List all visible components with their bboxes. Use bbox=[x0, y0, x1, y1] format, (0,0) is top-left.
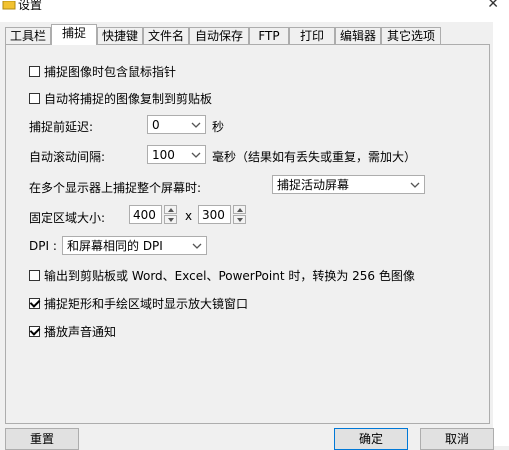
multi-monitor-value: 捕捉活动屏幕 bbox=[277, 178, 350, 192]
window-title: 设置 bbox=[18, 0, 43, 12]
delay-select[interactable]: 0 bbox=[147, 115, 206, 134]
times-sign: x bbox=[185, 209, 193, 223]
delay-value: 0 bbox=[152, 117, 160, 132]
magnifier-label: 捕捉矩形和手绘区域时显示放大镜窗口 bbox=[44, 297, 249, 311]
ok-button[interactable]: 确定 bbox=[334, 428, 408, 450]
tab-ftp[interactable]: FTP bbox=[249, 27, 289, 44]
increment-button[interactable] bbox=[233, 205, 246, 214]
cancel-button[interactable]: 取消 bbox=[420, 428, 494, 450]
include-cursor-checkbox[interactable] bbox=[29, 66, 40, 77]
increment-button[interactable] bbox=[164, 205, 177, 214]
convert-256-label: 输出到剪贴板或 Word、Excel、PowerPoint 时，转换为 256 … bbox=[44, 269, 415, 283]
tab-filename[interactable]: 文件名 bbox=[143, 27, 189, 44]
sound-checkbox[interactable] bbox=[29, 326, 40, 337]
sound-label: 播放声音通知 bbox=[44, 325, 117, 339]
chevron-down-icon bbox=[191, 119, 201, 129]
chevron-down-icon bbox=[191, 149, 201, 159]
include-cursor-label: 捕捉图像时包含鼠标指针 bbox=[44, 65, 177, 79]
delay-unit: 秒 bbox=[212, 120, 225, 134]
scroll-interval-unit: 毫秒（结果如有丢失或重复，需加大） bbox=[212, 150, 417, 164]
dpi-label: DPI : bbox=[29, 239, 57, 253]
copy-clipboard-option[interactable]: 自动将捕捉的图像复制到剪贴板 bbox=[29, 90, 212, 107]
scroll-interval-label: 自动滚动间隔: bbox=[29, 150, 106, 164]
fixed-width-value: 400 bbox=[133, 207, 156, 222]
convert-256-option[interactable]: 输出到剪贴板或 Word、Excel、PowerPoint 时，转换为 256 … bbox=[29, 267, 415, 284]
fixed-height-value: 300 bbox=[202, 207, 225, 222]
tab-other-options[interactable]: 其它选项 bbox=[381, 27, 441, 44]
background-window-edge bbox=[493, 22, 509, 446]
fixed-height-input[interactable]: 300 bbox=[198, 205, 231, 224]
app-icon bbox=[2, 0, 16, 10]
tab-hotkeys[interactable]: 快捷键 bbox=[97, 27, 143, 44]
sound-option[interactable]: 播放声音通知 bbox=[29, 323, 116, 340]
multi-monitor-select[interactable]: 捕捉活动屏幕 bbox=[272, 175, 425, 194]
tab-toolbar[interactable]: 工具栏 bbox=[5, 27, 51, 44]
decrement-button[interactable] bbox=[164, 215, 177, 224]
include-cursor-option[interactable]: 捕捉图像时包含鼠标指针 bbox=[29, 63, 176, 80]
close-icon[interactable]: ✕ bbox=[487, 0, 499, 12]
magnifier-option[interactable]: 捕捉矩形和手绘区域时显示放大镜窗口 bbox=[29, 295, 248, 312]
dpi-value: 和屏幕相同的 DPI bbox=[67, 239, 163, 253]
tab-print[interactable]: 打印 bbox=[289, 27, 335, 44]
title-bar: 设置 ✕ bbox=[0, 0, 509, 22]
fixed-height-stepper[interactable] bbox=[233, 205, 246, 224]
delay-label: 捕捉前延迟: bbox=[29, 120, 94, 134]
copy-clipboard-checkbox[interactable] bbox=[29, 93, 40, 104]
convert-256-checkbox[interactable] bbox=[29, 270, 40, 281]
magnifier-checkbox[interactable] bbox=[29, 298, 40, 309]
multi-monitor-label: 在多个显示器上捕捉整个屏幕时: bbox=[29, 181, 202, 195]
tab-autosave[interactable]: 自动保存 bbox=[189, 27, 249, 44]
fixed-region-label: 固定区域大小: bbox=[29, 211, 106, 225]
tab-capture[interactable]: 捕捉 bbox=[51, 24, 97, 45]
fixed-width-input[interactable]: 400 bbox=[129, 205, 162, 224]
tab-editor[interactable]: 编辑器 bbox=[335, 27, 381, 44]
fixed-width-stepper[interactable] bbox=[164, 205, 177, 224]
dpi-select[interactable]: 和屏幕相同的 DPI bbox=[62, 236, 207, 255]
chevron-down-icon bbox=[410, 179, 420, 189]
decrement-button[interactable] bbox=[233, 215, 246, 224]
scroll-interval-value: 100 bbox=[152, 147, 175, 162]
chevron-down-icon bbox=[192, 240, 202, 250]
reset-button[interactable]: 重置 bbox=[5, 428, 79, 450]
copy-clipboard-label: 自动将捕捉的图像复制到剪贴板 bbox=[44, 92, 213, 106]
scroll-interval-select[interactable]: 100 bbox=[147, 145, 206, 164]
